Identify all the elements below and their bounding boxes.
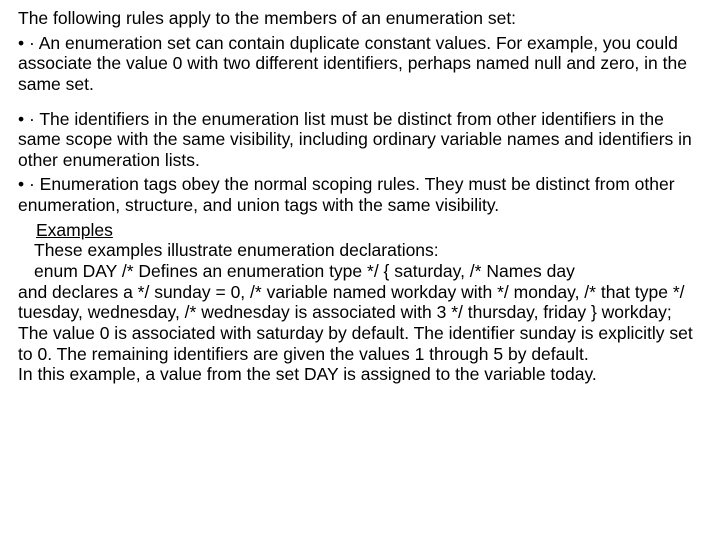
examples-heading: Examples <box>18 220 706 241</box>
blank-spacer <box>18 99 706 109</box>
intro-line: The following rules apply to the members… <box>18 8 706 29</box>
code-line-2: and declares a */ sunday = 0, /* variabl… <box>18 282 706 323</box>
rule-3: • · Enumeration tags obey the normal sco… <box>18 174 706 215</box>
explanation-1: The value 0 is associated with saturday … <box>18 323 706 364</box>
examples-heading-word: Examples <box>36 220 113 240</box>
rule-1: • · An enumeration set can contain dupli… <box>18 33 706 95</box>
document-page: The following rules apply to the members… <box>0 0 720 393</box>
explanation-2: In this example, a value from the set DA… <box>18 364 706 385</box>
examples-intro: These examples illustrate enumeration de… <box>18 240 706 261</box>
rule-2: • · The identifiers in the enumeration l… <box>18 109 706 171</box>
code-line-1: enum DAY /* Defines an enumeration type … <box>18 261 706 282</box>
